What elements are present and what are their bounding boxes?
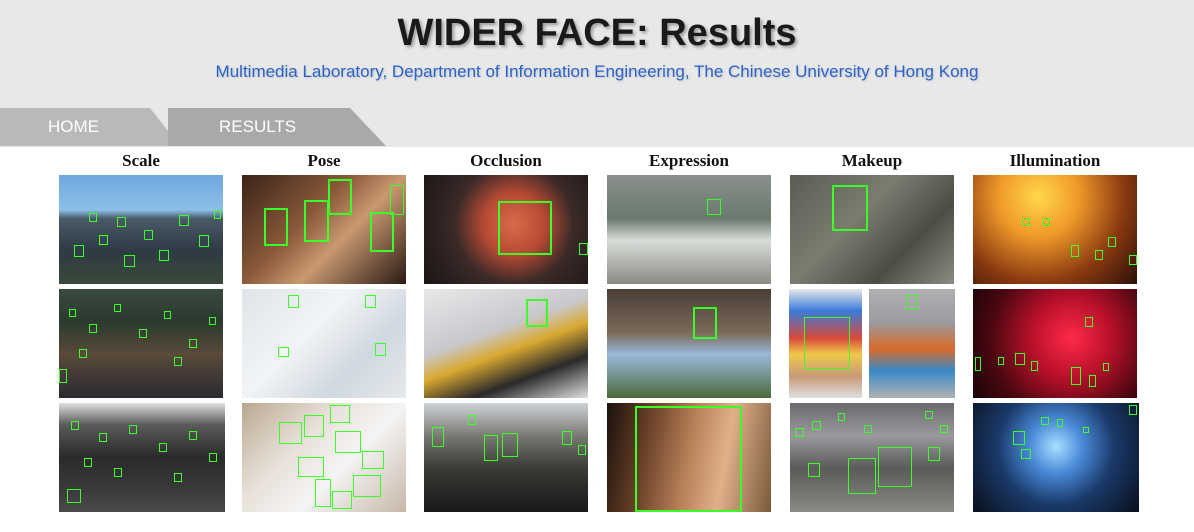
nav-tabs: HOME RESULTS bbox=[0, 108, 400, 146]
scale-image-3 bbox=[59, 403, 225, 512]
pose-image-2 bbox=[242, 289, 406, 398]
column-title-pose: Pose bbox=[307, 151, 341, 170]
column-title-illumination: Illumination bbox=[1009, 151, 1101, 170]
tab-results[interactable]: RESULTS bbox=[168, 108, 386, 146]
expression-image-1 bbox=[607, 175, 771, 284]
pose-image-1 bbox=[242, 175, 406, 284]
pose-image-3 bbox=[242, 403, 406, 512]
tab-home-label: HOME bbox=[48, 117, 99, 136]
page-header: WIDER FACE: Results Multimedia Laborator… bbox=[0, 0, 1194, 147]
lab-affiliation: Multimedia Laboratory, Department of Inf… bbox=[215, 62, 979, 81]
occlusion-image-3 bbox=[424, 403, 588, 512]
makeup-image-3 bbox=[790, 403, 954, 512]
column-title-makeup: Makeup bbox=[841, 151, 903, 170]
makeup-image-2b bbox=[869, 289, 955, 398]
occlusion-image-2 bbox=[424, 289, 588, 398]
column-title-scale: Scale bbox=[122, 151, 160, 170]
illumination-image-1 bbox=[973, 175, 1137, 284]
makeup-image-1 bbox=[790, 175, 954, 284]
page-title: WIDER FACE: Results bbox=[397, 12, 797, 54]
illumination-image-2 bbox=[973, 289, 1137, 398]
tab-results-label: RESULTS bbox=[219, 117, 297, 136]
expression-image-2 bbox=[607, 289, 771, 398]
makeup-image-2a bbox=[789, 289, 862, 398]
expression-image-3 bbox=[607, 403, 771, 512]
scale-image-2 bbox=[59, 289, 223, 398]
scale-image-1 bbox=[59, 175, 223, 284]
column-title-expression: Expression bbox=[649, 151, 729, 170]
illumination-image-3 bbox=[973, 403, 1139, 512]
occlusion-image-1 bbox=[424, 175, 588, 284]
column-title-occlusion: Occlusion bbox=[470, 151, 542, 170]
